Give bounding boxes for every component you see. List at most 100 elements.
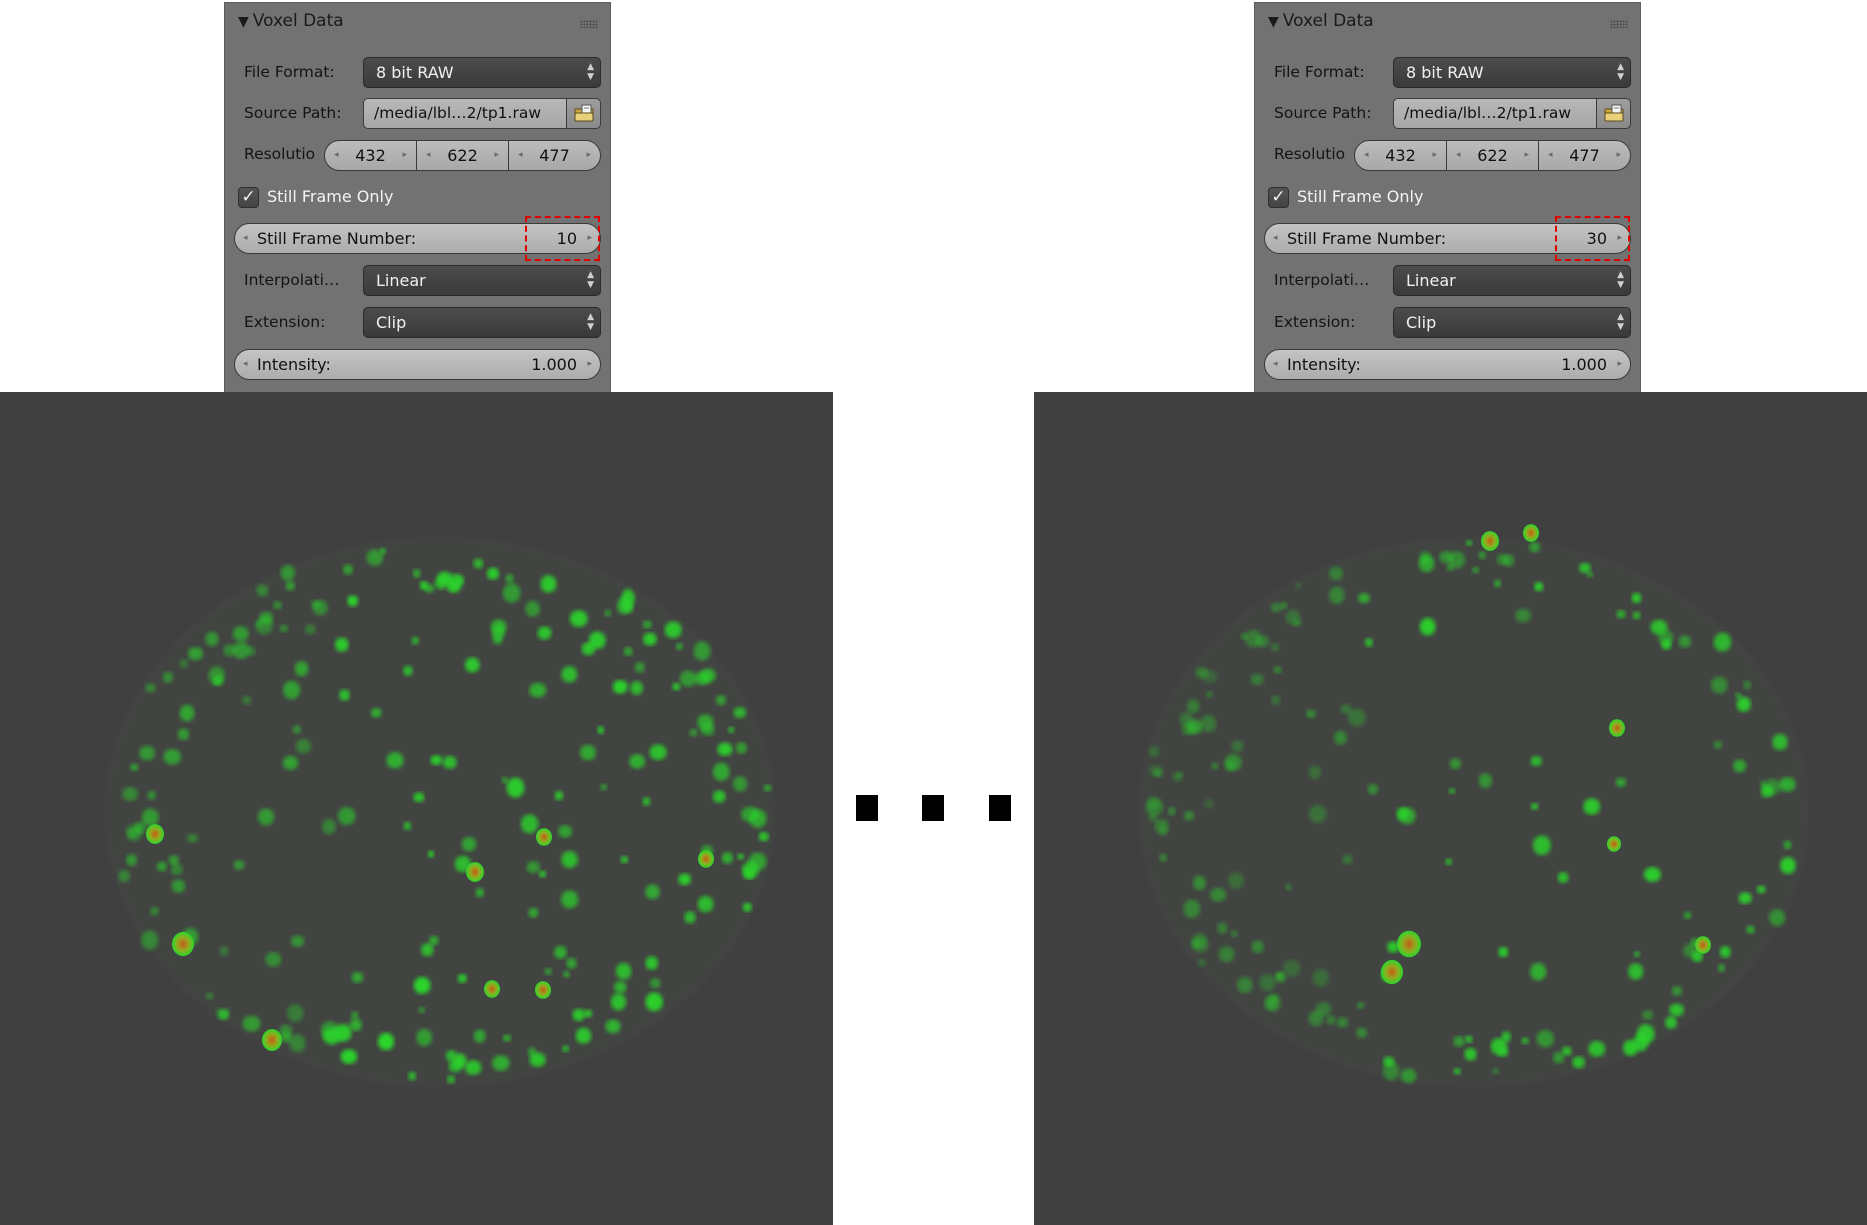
still-frame-only-label[interactable]: Still Frame Only (267, 187, 393, 206)
interpolation-dropdown[interactable]: Linear ▲ ▼ (363, 265, 601, 296)
nucleus (604, 609, 612, 617)
resolution-z-field[interactable]: ◂ 477 ▸ (1538, 141, 1630, 170)
nucleus (1259, 974, 1276, 992)
nucleus (187, 833, 198, 843)
nucleus (335, 637, 349, 652)
nucleus (1356, 1001, 1365, 1010)
increment-arrow-icon[interactable]: ▸ (586, 141, 591, 170)
nucleus (1225, 760, 1236, 772)
nucleus (526, 861, 541, 874)
decrement-arrow-icon[interactable]: ◂ (1273, 350, 1278, 379)
nucleus (475, 887, 484, 898)
decrement-arrow-icon[interactable]: ◂ (334, 141, 339, 170)
browse-file-button[interactable] (566, 98, 601, 129)
decrement-arrow-icon[interactable]: ◂ (1548, 141, 1553, 170)
decrement-arrow-icon[interactable]: ◂ (1456, 141, 1461, 170)
check-icon: ✓ (1271, 187, 1286, 207)
spinner-arrows-icon: ▲ ▼ (587, 62, 594, 82)
nucleus (1671, 985, 1683, 996)
resolution-x-value: 432 (355, 146, 386, 165)
bright-nucleus (172, 931, 194, 957)
nucleus (600, 783, 607, 791)
extension-dropdown[interactable]: Clip ▲ ▼ (1393, 307, 1631, 338)
nucleus (1334, 730, 1347, 745)
nucleus (554, 790, 564, 801)
nucleus (588, 631, 606, 649)
extension-dropdown[interactable]: Clip ▲ ▼ (363, 307, 601, 338)
nucleus (697, 895, 714, 913)
nucleus (1746, 925, 1755, 934)
increment-arrow-icon[interactable]: ▸ (1524, 141, 1529, 170)
source-path-field[interactable]: /media/lbl…2/tp1.raw (363, 98, 567, 129)
file-format-label: File Format: (1274, 63, 1365, 81)
nucleus (579, 744, 596, 761)
nucleus (1193, 875, 1206, 891)
nucleus (162, 671, 173, 683)
bright-nucleus (466, 862, 484, 882)
nucleus (1168, 807, 1176, 816)
still-frame-only-checkbox[interactable]: ✓ (1268, 187, 1289, 208)
nucleus (715, 695, 727, 706)
panel-header[interactable]: ▼ Voxel Data (1268, 11, 1374, 31)
intensity-field[interactable]: ◂ Intensity: 1.000 ▸ (1264, 349, 1631, 380)
collapse-triangle-icon[interactable]: ▼ (1268, 14, 1279, 30)
decrement-arrow-icon[interactable]: ◂ (243, 350, 248, 379)
nucleus (1449, 758, 1461, 770)
decrement-arrow-icon[interactable]: ◂ (243, 224, 248, 253)
decrement-arrow-icon[interactable]: ◂ (518, 141, 523, 170)
resolution-y-field[interactable]: ◂ 622 ▸ (1446, 141, 1538, 170)
voxel-data-panel-right: ▼ Voxel Data File Format: 8 bit RAW ▲ ▼ So… (1254, 2, 1641, 392)
increment-arrow-icon[interactable]: ▸ (1616, 141, 1621, 170)
decrement-arrow-icon[interactable]: ◂ (426, 141, 431, 170)
nucleus (1779, 777, 1796, 792)
nucleus (717, 742, 733, 756)
decrement-arrow-icon[interactable]: ◂ (1273, 224, 1278, 253)
increment-arrow-icon[interactable]: ▸ (1617, 350, 1622, 379)
drag-grip-icon[interactable] (580, 20, 598, 28)
nucleus (1271, 695, 1281, 706)
nucleus (1183, 810, 1195, 821)
nucleus (629, 754, 646, 769)
nucleus (676, 643, 683, 650)
collapse-triangle-icon[interactable]: ▼ (238, 14, 249, 30)
nucleus (1342, 854, 1353, 865)
intensity-field[interactable]: ◂ Intensity: 1.000 ▸ (234, 349, 601, 380)
increment-arrow-icon[interactable]: ▸ (587, 350, 592, 379)
resolution-label: Resolutio (1274, 145, 1346, 163)
file-format-dropdown[interactable]: 8 bit RAW ▲ ▼ (363, 57, 601, 88)
resolution-y-field[interactable]: ◂ 622 ▸ (416, 141, 508, 170)
increment-arrow-icon[interactable]: ▸ (402, 141, 407, 170)
resolution-z-field[interactable]: ◂ 477 ▸ (508, 141, 600, 170)
nucleus (1308, 765, 1322, 780)
source-path-field[interactable]: /media/lbl…2/tp1.raw (1393, 98, 1597, 129)
panel-header[interactable]: ▼ Voxel Data (238, 11, 344, 31)
nucleus (615, 962, 632, 980)
still-frame-only-checkbox[interactable]: ✓ (238, 187, 259, 208)
nucleus (413, 792, 425, 803)
nucleus (1159, 853, 1167, 862)
increment-arrow-icon[interactable]: ▸ (1432, 141, 1437, 170)
nucleus (1269, 993, 1278, 1003)
resolution-x-field[interactable]: ◂ 432 ▸ (325, 141, 416, 170)
browse-file-button[interactable] (1596, 98, 1631, 129)
nucleus (1772, 733, 1788, 751)
nucleus (1561, 1046, 1572, 1056)
file-format-dropdown[interactable]: 8 bit RAW ▲ ▼ (1393, 57, 1631, 88)
intensity-value: 1.000 (1561, 355, 1607, 374)
decrement-arrow-icon[interactable]: ◂ (1364, 141, 1369, 170)
nucleus (1446, 564, 1454, 572)
nucleus (339, 689, 350, 701)
resolution-x-value: 432 (1385, 146, 1416, 165)
drag-grip-icon[interactable] (1610, 20, 1628, 28)
increment-arrow-icon[interactable]: ▸ (494, 141, 499, 170)
nucleus (620, 856, 629, 864)
nucleus (377, 1032, 395, 1051)
resolution-x-field[interactable]: ◂ 432 ▸ (1355, 141, 1446, 170)
nucleus (728, 726, 735, 734)
interpolation-dropdown[interactable]: Linear ▲ ▼ (1393, 265, 1631, 296)
nucleus (1780, 857, 1796, 874)
nucleus (1735, 692, 1742, 699)
nucleus (1494, 579, 1501, 588)
nucleus (430, 755, 443, 766)
still-frame-only-label[interactable]: Still Frame Only (1297, 187, 1423, 206)
